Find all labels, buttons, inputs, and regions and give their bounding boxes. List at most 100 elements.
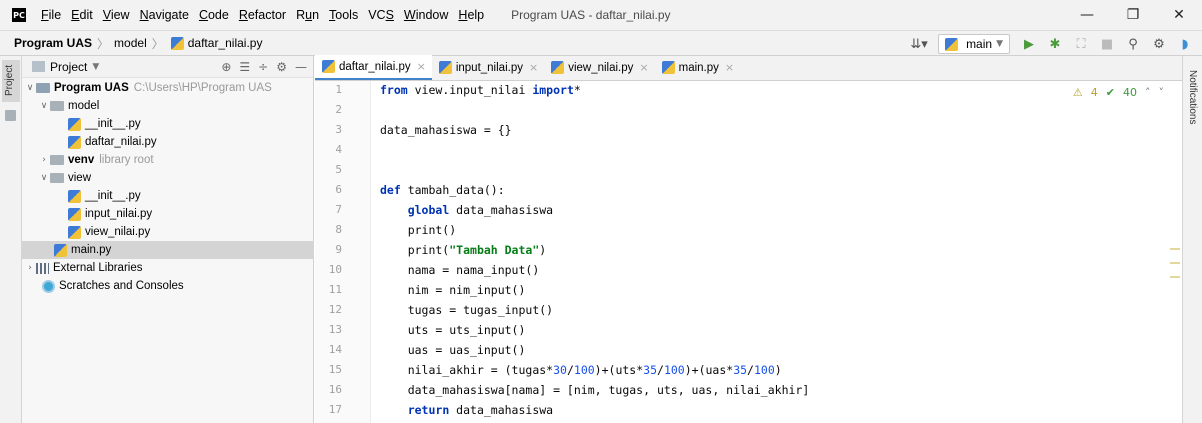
settings-icon[interactable]: ⚙ <box>1148 33 1170 55</box>
tree-item-program-uas[interactable]: ∨ Program UAS C:\Users\HP\Program UAS <box>22 79 314 97</box>
plugin-icon[interactable]: ◗ <box>1174 33 1196 55</box>
tab-input-nilai[interactable]: input_nilai.py × <box>432 55 544 80</box>
code-line[interactable]: data_mahasiswa[nama] = [nim, tugas, uts,… <box>380 380 810 400</box>
tree-item-input-nilai-py[interactable]: input_nilai.py <box>22 205 314 223</box>
close-window-button[interactable]: ✕ <box>1156 0 1202 30</box>
scrollbar-marker[interactable] <box>1170 262 1180 264</box>
run-icon[interactable]: ▶ <box>1018 33 1040 55</box>
code-line[interactable]: from view.input_nilai import* <box>380 80 581 100</box>
collapse-all-icon[interactable]: ÷ <box>258 60 268 74</box>
notifications-tool-button[interactable]: Notifications <box>1187 70 1198 124</box>
tab-view-nilai[interactable]: view_nilai.py × <box>544 55 654 80</box>
code-line[interactable]: data_mahasiswa = {} <box>380 120 512 140</box>
main-menu: File Edit View Navigate Code Refactor Run Tools… <box>36 8 489 22</box>
line-number: 9 <box>335 243 342 256</box>
project-panel-header: Project ▼ ⊕ ☰ ÷ ⚙ — <box>22 56 313 78</box>
tab-label: input_nilai.py <box>455 61 523 74</box>
breadcrumb: Program UAS 〉 model 〉 daftar_nilai.py <box>0 35 262 52</box>
tree-item--init-py[interactable]: __init__.py <box>22 187 314 205</box>
code-editor[interactable]: from view.input_nilai import* data_mahasi… <box>372 81 1162 423</box>
tab-daftar-nilai[interactable]: daftar_nilai.py × <box>315 55 432 80</box>
menu-refactor[interactable]: Refactor <box>234 8 291 22</box>
locate-icon[interactable]: ⊕ <box>221 60 231 74</box>
tree-item-venv[interactable]: › venv library root <box>22 151 314 169</box>
tree-item-model[interactable]: ∨ model <box>22 97 314 115</box>
python-file-icon <box>945 37 959 51</box>
code-line[interactable]: nim = nim_input() <box>380 280 526 300</box>
tree-item-label: view <box>68 172 92 184</box>
tree-item-view-nilai-py[interactable]: view_nilai.py <box>22 223 314 241</box>
close-tab-icon[interactable]: × <box>639 61 648 74</box>
menu-tools[interactable]: Tools <box>324 8 363 22</box>
code-line[interactable]: return data_mahasiswa <box>380 400 553 420</box>
tab-main[interactable]: main.py × <box>655 55 741 80</box>
expand-all-icon[interactable]: ☰ <box>239 60 250 74</box>
code-line[interactable]: nama = nama_input() <box>380 260 540 280</box>
scrollbar-marker[interactable] <box>1170 248 1180 250</box>
previous-highlight-icon[interactable]: ˄ <box>1145 86 1151 99</box>
menu-help[interactable]: Help <box>453 8 489 22</box>
code-line[interactable]: uas = uas_input() <box>380 340 526 360</box>
maximize-button[interactable]: ❐ <box>1110 0 1156 30</box>
code-line[interactable]: uts = uts_input() <box>380 320 526 340</box>
project-view-select[interactable]: Project <box>50 60 87 74</box>
close-tab-icon[interactable]: × <box>529 61 538 74</box>
chevron-down-icon[interactable]: ∨ <box>24 83 36 93</box>
tree-item-scratches-and-consoles[interactable]: Scratches and Consoles <box>22 277 314 295</box>
tree-item-daftar-nilai-py[interactable]: daftar_nilai.py <box>22 133 314 151</box>
code-line[interactable]: tugas = tugas_input() <box>380 300 553 320</box>
menu-edit[interactable]: Edit <box>66 8 98 22</box>
chevron-down-icon[interactable]: ▼ <box>92 62 99 72</box>
tab-list: daftar_nilai.py × input_nilai.py × view_nila… <box>315 55 740 80</box>
hide-icon[interactable]: — <box>295 60 307 74</box>
menu-navigate[interactable]: Navigate <box>135 8 194 22</box>
gear-icon[interactable]: ⚙ <box>276 60 287 74</box>
chevron-right-icon[interactable]: › <box>38 155 50 165</box>
minimize-button[interactable]: — <box>1064 0 1110 30</box>
tree-item-view[interactable]: ∨ view <box>22 169 314 187</box>
run-configuration-label: main <box>966 37 993 51</box>
python-file-icon <box>551 61 565 74</box>
menu-window[interactable]: Window <box>399 8 453 22</box>
tab-label: daftar_nilai.py <box>339 60 411 73</box>
chevron-down-icon[interactable]: ∨ <box>38 173 50 183</box>
close-tab-icon[interactable]: × <box>725 61 734 74</box>
vcs-icon[interactable]: ⇊▾ <box>908 33 930 55</box>
breadcrumb-folder[interactable]: model <box>114 36 147 50</box>
menu-vcs[interactable]: VCS <box>363 8 399 22</box>
tree-item-external-libraries[interactable]: › External Libraries <box>22 259 314 277</box>
code-line[interactable]: nilai_akhir = (tugas*30/100)+(uts*35/100… <box>380 360 782 380</box>
line-number: 6 <box>335 183 342 196</box>
next-highlight-icon[interactable]: ˅ <box>1159 86 1165 99</box>
structure-icon[interactable] <box>5 110 16 121</box>
code-line[interactable]: print() <box>380 220 456 240</box>
scrollbar-marker[interactable] <box>1170 276 1180 278</box>
tree-item-label: venv <box>68 154 95 166</box>
code-line[interactable]: global data_mahasiswa <box>380 200 553 220</box>
menu-view[interactable]: View <box>98 8 135 22</box>
close-tab-icon[interactable]: × <box>417 60 426 73</box>
code-line[interactable]: def tambah_data(): <box>380 180 505 200</box>
tree-item-main-py[interactable]: main.py <box>22 241 314 259</box>
code-line[interactable]: print("Tambah Data") <box>380 240 547 260</box>
chevron-right-icon[interactable]: › <box>24 263 36 273</box>
breadcrumb-project[interactable]: Program UAS <box>14 36 92 50</box>
stop-icon[interactable]: ■ <box>1096 33 1118 55</box>
project-panel: Project ▼ ⊕ ☰ ÷ ⚙ — ∨ Program UAS C:\Users… <box>22 56 314 423</box>
breadcrumb-separator-icon: 〉 <box>151 36 164 51</box>
menu-run[interactable]: Run <box>291 8 324 22</box>
breadcrumb-file[interactable]: daftar_nilai.py <box>188 36 263 50</box>
search-icon[interactable]: ⚲ <box>1122 33 1144 55</box>
inspection-widget[interactable]: ⚠ 4 ✔ 40 ˄ ˅ <box>1073 86 1164 99</box>
line-number: 13 <box>328 323 342 336</box>
run-configuration-select[interactable]: main ▼ <box>938 34 1010 54</box>
coverage-icon[interactable]: ⛶ <box>1070 33 1092 55</box>
window-title: Program UAS - daftar_nilai.py <box>511 8 671 22</box>
tree-item-label: External Libraries <box>53 262 143 274</box>
menu-file[interactable]: File <box>36 8 66 22</box>
chevron-down-icon[interactable]: ∨ <box>38 101 50 111</box>
menu-code[interactable]: Code <box>194 8 234 22</box>
python-file-icon <box>68 225 81 239</box>
tree-item--init-py[interactable]: __init__.py <box>22 115 314 133</box>
debug-icon[interactable]: ✱ <box>1044 33 1066 55</box>
